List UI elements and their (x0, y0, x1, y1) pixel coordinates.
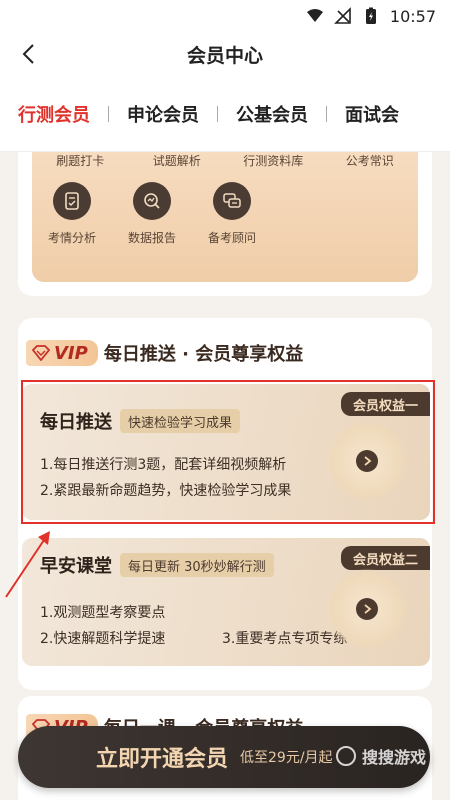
back-button[interactable] (14, 40, 42, 68)
benefit-tag: 会员权益二 (340, 546, 430, 570)
benefit-subtitle: 快速检验学习成果 (120, 409, 241, 433)
video-thumbnail[interactable] (326, 568, 408, 650)
chart-search-icon (133, 182, 171, 220)
search-icon (336, 746, 356, 766)
tab-label: 公基会员 (236, 104, 308, 126)
cta-label: 立即开通会员 (96, 747, 229, 772)
benefit-line: 1.观测题型考察要点 (40, 605, 166, 621)
status-bar: 10:57 (0, 0, 450, 32)
membership-tabs: 行测会员 申论会员 公基会员 面试会 (0, 76, 450, 152)
watermark: 搜搜游戏 (336, 744, 426, 768)
page-title: 会员中心 (186, 44, 263, 67)
grid-item-label[interactable]: 公考常识 (322, 152, 419, 174)
grid-item-label: 备考顾问 (207, 231, 256, 245)
chevron-left-icon (22, 44, 34, 64)
benefit-line: 1.每日推送行测3题，配套详细视频解析 (40, 457, 287, 473)
grid-item-label: 考情分析 (47, 231, 96, 245)
benefit-title-row: 每日推送 快速检验学习成果 (40, 408, 241, 434)
tab-mianshi[interactable]: 面试会 (327, 101, 417, 127)
benefit-card-morning-class[interactable]: 会员权益二 早安课堂 每日更新 30秒妙解行测 1.观测题型考察要点 2.快速解… (22, 538, 430, 666)
tab-label: 申论会员 (127, 104, 199, 126)
benefit-line: 2.快速解题科学提速 (40, 631, 166, 647)
grid-item-advisor[interactable]: 备考顾问 (192, 182, 272, 246)
play-icon (356, 450, 378, 472)
tab-label: 面试会 (345, 104, 399, 126)
benefit-line: 2.紧跟最新命题趋势，快速检验学习成果 (40, 483, 292, 499)
benefits-grid-row: 刷题打卡 试题解析 行测资料库 公考常识 (32, 152, 418, 174)
grid-item-label[interactable]: 行测资料库 (225, 152, 322, 174)
tab-label: 行测会员 (18, 104, 90, 126)
tab-gongji[interactable]: 公基会员 (218, 101, 327, 127)
grid-item-label: 数据报告 (127, 231, 176, 245)
grid-item-label[interactable]: 刷题打卡 (32, 152, 129, 174)
grid-item-exam-analysis[interactable]: 考情分析 (32, 182, 112, 246)
status-time: 10:57 (389, 6, 436, 26)
tab-shenlun[interactable]: 申论会员 (109, 101, 218, 127)
benefit-tag: 会员权益一 (340, 392, 430, 416)
annotation-arrow-icon (5, 531, 50, 598)
no-signal-icon (333, 7, 352, 25)
grid-item-label[interactable]: 试题解析 (129, 152, 226, 174)
cta-price: 低至29元/月起 (240, 750, 333, 766)
tab-xingce[interactable]: 行测会员 (0, 101, 109, 127)
benefits-grid: 刷题打卡 试题解析 行测资料库 公考常识 考情分析 数据报告 备考顾问 (32, 152, 418, 282)
grid-item-data-report[interactable]: 数据报告 (112, 182, 192, 246)
vip-badge: VIP (26, 340, 98, 366)
chat-bubbles-icon (213, 182, 251, 220)
benefits-card: 刷题打卡 试题解析 行测资料库 公考常识 考情分析 数据报告 备考顾问 (18, 152, 432, 296)
watermark-text: 搜搜游戏 (362, 748, 427, 767)
daily-push-section: VIP 每日推送 · 会员尊享权益 会员权益一 每日推送 快速检验学习成果 1.… (18, 318, 432, 690)
benefit-line: 3.重要考点专项专练 (222, 631, 348, 647)
diamond-icon (32, 345, 50, 361)
document-check-icon (53, 182, 91, 220)
benefit-subtitle: 每日更新 30秒妙解行测 (120, 553, 274, 577)
benefits-grid-row: 考情分析 数据报告 备考顾问 (32, 182, 272, 246)
section-header: VIP 每日推送 · 会员尊享权益 (26, 340, 303, 366)
play-icon (356, 598, 378, 620)
benefit-title: 每日推送 (40, 412, 112, 433)
video-thumbnail[interactable] (326, 420, 408, 502)
section-title: 每日推送 · 会员尊享权益 (103, 344, 304, 365)
battery-charging-icon (362, 7, 380, 25)
wifi-icon (306, 7, 324, 25)
benefit-title-row: 早安课堂 每日更新 30秒妙解行测 (40, 552, 274, 578)
app-header: 会员中心 (0, 32, 450, 76)
benefit-card-daily-push[interactable]: 会员权益一 每日推送 快速检验学习成果 1.每日推送行测3题，配套详细视频解析 … (22, 384, 430, 520)
vip-label: VIP (54, 342, 88, 364)
